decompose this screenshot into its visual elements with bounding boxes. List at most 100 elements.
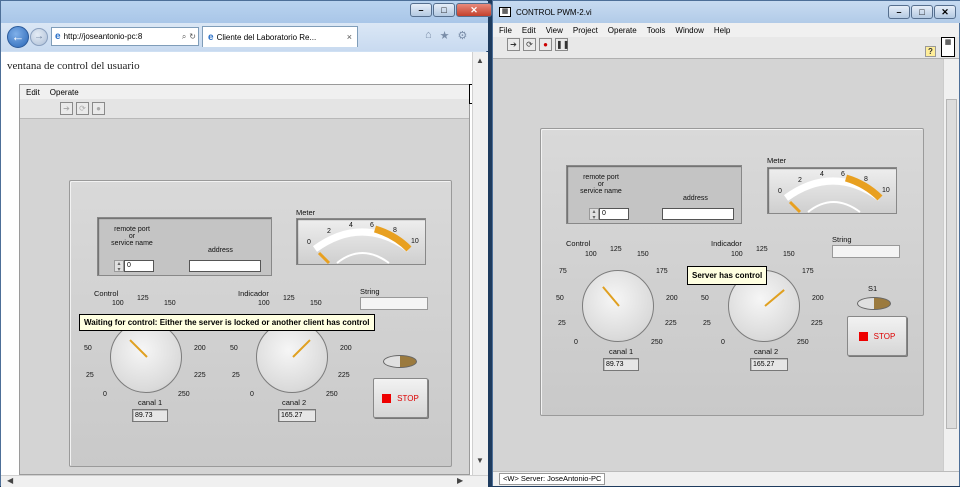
menu-file[interactable]: File bbox=[499, 26, 512, 35]
embedded-vi-panel: Edit Operate ➔ ⟳ ● ▦ remote port or serv… bbox=[19, 84, 483, 475]
increment-decrement-icon[interactable]: ▴ ▾ bbox=[589, 208, 599, 221]
run-continuous-icon[interactable]: ⟳ bbox=[523, 38, 536, 51]
control-label: Control bbox=[566, 239, 591, 248]
dial-tick: 50 bbox=[556, 295, 564, 302]
meter-tick: 6 bbox=[841, 171, 845, 178]
close-button[interactable]: ✕ bbox=[456, 3, 492, 17]
meter-tick: 10 bbox=[882, 187, 890, 194]
browser-toolbar-icons: ⌂ ★ ⚙ bbox=[425, 29, 467, 42]
tab-title: Cliente del Laboratorio Re... bbox=[216, 32, 317, 42]
indicador-label: Indicador bbox=[238, 289, 269, 298]
lv-toolbar: ➔ ⟳ ● ❚❚ ? ▦ bbox=[493, 37, 959, 59]
vertical-scrollbar[interactable] bbox=[943, 59, 959, 471]
gear-icon[interactable]: ⚙ bbox=[458, 29, 468, 42]
dial-tick: 125 bbox=[137, 295, 149, 302]
increment-decrement-icon[interactable]: ▴ ▾ bbox=[114, 260, 124, 273]
abort-icon[interactable]: ● bbox=[539, 38, 552, 51]
lv-window-controls: – □ ✕ bbox=[888, 5, 956, 19]
indicador-gauge bbox=[256, 321, 328, 393]
scroll-down-icon[interactable]: ▼ bbox=[476, 456, 484, 465]
embedded-toolbar: ➔ ⟳ ● bbox=[20, 99, 469, 119]
canal2-value: 165.27 bbox=[278, 409, 316, 422]
back-arrow-icon[interactable]: ← bbox=[7, 26, 29, 48]
help-icon[interactable]: ? bbox=[925, 46, 936, 57]
ie-icon: e bbox=[208, 31, 214, 43]
browser-tab[interactable]: e Cliente del Laboratorio Re... × bbox=[202, 26, 358, 47]
vertical-scrollbar[interactable]: ▲ ▼ bbox=[472, 52, 488, 475]
forward-arrow-icon[interactable]: → bbox=[30, 28, 48, 46]
run-arrow-icon[interactable]: ➔ bbox=[60, 102, 73, 115]
canal1-label: canal 1 bbox=[138, 398, 163, 407]
stop-button[interactable]: STOP bbox=[847, 316, 907, 356]
s1-boolean[interactable] bbox=[857, 297, 891, 310]
dial-tick: 25 bbox=[558, 320, 566, 327]
abort-icon[interactable]: ● bbox=[92, 102, 105, 115]
maximize-button[interactable]: □ bbox=[433, 3, 455, 17]
remote-port-cluster: remote port or service name address ▴ ▾ 0 bbox=[566, 165, 742, 224]
maximize-button[interactable]: □ bbox=[911, 5, 933, 19]
indicador-label: Indicador bbox=[711, 239, 742, 248]
star-icon[interactable]: ★ bbox=[440, 29, 450, 42]
dial-tick: 175 bbox=[802, 268, 814, 275]
address-field[interactable] bbox=[189, 260, 261, 272]
menu-window[interactable]: Window bbox=[675, 26, 703, 35]
address-field[interactable] bbox=[662, 208, 734, 220]
canal1-value: 89.73 bbox=[132, 409, 168, 422]
refresh-icon[interactable]: ↻ bbox=[189, 32, 198, 41]
menu-tools[interactable]: Tools bbox=[647, 26, 666, 35]
close-button[interactable]: ✕ bbox=[934, 5, 956, 19]
control-knob[interactable] bbox=[110, 321, 182, 393]
port-value[interactable]: 0 bbox=[124, 260, 154, 272]
menu-edit[interactable]: Edit bbox=[522, 26, 536, 35]
run-arrow-icon[interactable]: ➔ bbox=[507, 38, 520, 51]
menu-project[interactable]: Project bbox=[573, 26, 598, 35]
control-panel: remote port or service name address ▴ ▾ 0… bbox=[69, 180, 452, 467]
meter-label: Meter bbox=[296, 208, 316, 217]
pause-icon[interactable]: ❚❚ bbox=[555, 38, 569, 51]
menu-operate[interactable]: Operate bbox=[608, 26, 637, 35]
embedded-menu-bar: Edit Operate bbox=[20, 85, 469, 99]
menu-operate[interactable]: Operate bbox=[50, 88, 79, 97]
control-knob[interactable] bbox=[582, 270, 654, 342]
scroll-up-icon[interactable]: ▲ bbox=[476, 56, 484, 65]
meter-gauge: 0 2 4 6 8 10 bbox=[296, 218, 426, 265]
meter-tick: 2 bbox=[798, 177, 802, 184]
search-icon[interactable]: ⌕ bbox=[182, 32, 186, 42]
run-continuous-icon[interactable]: ⟳ bbox=[76, 102, 89, 115]
canal1-label: canal 1 bbox=[609, 347, 634, 356]
canal2-label: canal 2 bbox=[754, 347, 779, 356]
port-control[interactable]: ▴ ▾ 0 bbox=[589, 208, 629, 221]
stop-label: STOP bbox=[873, 331, 896, 341]
dial-tick: 0 bbox=[574, 339, 578, 346]
meter-tick: 10 bbox=[411, 238, 419, 245]
port-control[interactable]: ▴ ▾ 0 bbox=[114, 260, 154, 273]
scroll-left-icon[interactable]: ◀ bbox=[7, 476, 13, 485]
tab-close-icon[interactable]: × bbox=[347, 32, 352, 42]
string-indicator bbox=[360, 297, 428, 310]
remote-port-label: remote port or service name bbox=[111, 226, 153, 247]
meter-tick: 4 bbox=[820, 171, 824, 178]
menu-help[interactable]: Help bbox=[714, 26, 730, 35]
dial-tick: 125 bbox=[283, 295, 295, 302]
lv-status-bar: <W> Server: JoseAntonio-PC bbox=[493, 471, 959, 486]
horizontal-scrollbar[interactable]: ◀ ▶ bbox=[1, 475, 488, 487]
meter-tick: 8 bbox=[393, 227, 397, 234]
minimize-button[interactable]: – bbox=[410, 3, 432, 17]
menu-view[interactable]: View bbox=[546, 26, 563, 35]
string-label: String bbox=[360, 287, 380, 296]
lv-menu-bar: File Edit View Project Operate Tools Win… bbox=[493, 23, 959, 37]
address-bar[interactable]: e http://joseantonio-pc:8 ⌕ ↻ bbox=[51, 27, 199, 46]
s1-boolean[interactable] bbox=[383, 355, 417, 368]
dial-tick: 50 bbox=[230, 345, 238, 352]
dial-tick: 225 bbox=[194, 372, 206, 379]
minimize-button[interactable]: – bbox=[888, 5, 910, 19]
ie-icon: e bbox=[55, 31, 61, 42]
scroll-thumb[interactable] bbox=[946, 99, 957, 429]
dial-tick: 25 bbox=[703, 320, 711, 327]
stop-button[interactable]: STOP bbox=[373, 378, 428, 418]
menu-edit[interactable]: Edit bbox=[26, 88, 40, 97]
dial-tick: 125 bbox=[756, 246, 768, 253]
port-value[interactable]: 0 bbox=[599, 208, 629, 220]
home-icon[interactable]: ⌂ bbox=[425, 29, 432, 42]
scroll-right-icon[interactable]: ▶ bbox=[457, 476, 463, 485]
